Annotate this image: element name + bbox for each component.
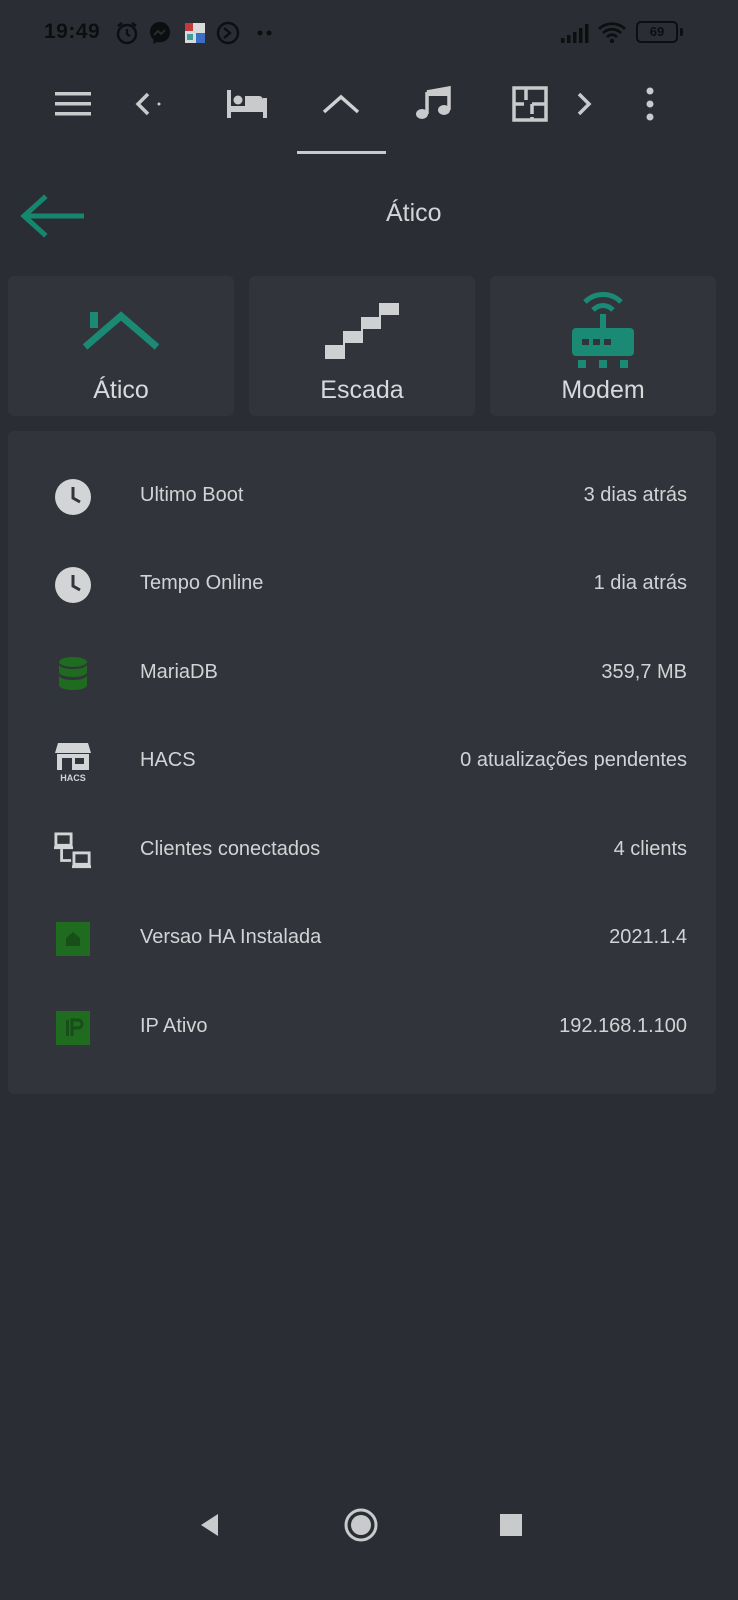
entity-value: 4 clients bbox=[613, 838, 687, 860]
entity-value: 359,7 MB bbox=[601, 661, 687, 683]
entity-row-tempo-online[interactable]: Tempo Online 1 dia atrás bbox=[8, 540, 716, 628]
tab-bedroom[interactable] bbox=[219, 82, 275, 126]
messenger-icon bbox=[150, 22, 170, 44]
status-bar: 19:49 69 bbox=[0, 0, 723, 64]
tab-music[interactable] bbox=[405, 82, 461, 126]
sync-icon bbox=[216, 21, 240, 45]
alarm-icon bbox=[116, 22, 138, 45]
overflow-menu-icon bbox=[646, 87, 654, 121]
entity-row-ultimo-boot[interactable]: Ultimo Boot 3 dias atrás bbox=[8, 452, 716, 540]
square-recents-icon bbox=[500, 1514, 522, 1536]
overflow-menu-button[interactable] bbox=[622, 82, 678, 126]
back-button[interactable] bbox=[18, 192, 90, 240]
bed-icon bbox=[227, 90, 267, 118]
entity-name: Clientes conectados bbox=[140, 838, 321, 860]
active-tab-indicator bbox=[297, 151, 386, 154]
entity-name: HACS bbox=[140, 749, 196, 771]
entity-row-versao-ha[interactable]: Versao HA Instalada 2021.1.4 bbox=[8, 894, 716, 982]
hacs-icon: HACS bbox=[55, 743, 91, 783]
entity-value: 2021.1.4 bbox=[609, 926, 687, 948]
tile-label: Escada bbox=[320, 376, 404, 404]
nav-home-button[interactable] bbox=[331, 1490, 391, 1560]
hacs-icon-text: HACS bbox=[60, 773, 86, 783]
menu-button[interactable] bbox=[45, 82, 101, 126]
tile-modem[interactable]: Modem bbox=[490, 276, 716, 416]
signal-icon bbox=[561, 24, 589, 43]
entities-card: Ultimo Boot 3 dias atrás Tempo Online 1 … bbox=[8, 431, 716, 1094]
wifi-icon bbox=[598, 22, 626, 44]
menu-icon bbox=[55, 92, 91, 116]
tile-stairs[interactable]: Escada bbox=[249, 276, 475, 416]
roof-icon bbox=[83, 311, 159, 350]
entity-value: 0 atualizações pendentes bbox=[460, 749, 687, 771]
floor-plan-icon bbox=[512, 86, 548, 122]
entity-value: 3 dias atrás bbox=[583, 484, 687, 506]
music-icon bbox=[416, 86, 451, 119]
scroll-tabs-left-button[interactable] bbox=[122, 82, 172, 126]
tab-floor-plan[interactable] bbox=[502, 82, 558, 126]
battery-tip bbox=[680, 28, 683, 36]
roof-icon bbox=[322, 94, 360, 114]
clock-icon bbox=[55, 567, 91, 603]
tile-attic[interactable]: Ático bbox=[8, 276, 234, 416]
home-circle-icon bbox=[344, 1508, 378, 1542]
tile-label: Ático bbox=[93, 376, 149, 404]
entity-value: 192.168.1.100 bbox=[559, 1015, 687, 1037]
chevron-right-icon bbox=[577, 92, 592, 116]
lan-icon bbox=[54, 832, 92, 869]
tab-attic[interactable] bbox=[313, 82, 369, 126]
page-title: Ático bbox=[386, 199, 442, 227]
entity-row-mariadb[interactable]: MariaDB 359,7 MB bbox=[8, 629, 716, 717]
nav-recents-button[interactable] bbox=[481, 1490, 541, 1560]
stairs-icon bbox=[325, 303, 399, 359]
router-wifi-icon bbox=[572, 292, 634, 368]
app-icon bbox=[185, 23, 205, 43]
battery-icon: 69 bbox=[636, 21, 678, 43]
triangle-back-icon bbox=[201, 1514, 218, 1536]
tile-label: Modem bbox=[561, 376, 645, 404]
clock-icon bbox=[55, 479, 91, 515]
entity-name: Ultimo Boot bbox=[140, 484, 244, 506]
entity-name: Tempo Online bbox=[140, 572, 264, 594]
entity-row-ip-ativo[interactable]: IP Ativo 192.168.1.100 bbox=[8, 983, 716, 1071]
chevron-left-icon bbox=[135, 92, 161, 116]
entity-name: MariaDB bbox=[140, 661, 218, 683]
entity-row-hacs[interactable]: HACS HACS 0 atualizações pendentes bbox=[8, 717, 716, 805]
database-icon bbox=[59, 657, 87, 690]
home-assistant-icon bbox=[56, 922, 90, 956]
entity-value: 1 dia atrás bbox=[593, 572, 687, 594]
entity-name: IP Ativo bbox=[140, 1015, 208, 1037]
entity-name: Versao HA Instalada bbox=[140, 926, 322, 948]
more-dots-icon bbox=[257, 30, 272, 36]
system-nav-bar bbox=[0, 1490, 723, 1560]
arrow-left-icon bbox=[20, 194, 84, 238]
scroll-tabs-right-button[interactable] bbox=[562, 82, 606, 126]
entity-row-clientes-conectados[interactable]: Clientes conectados 4 clients bbox=[8, 806, 716, 894]
status-time: 19:49 bbox=[44, 20, 101, 43]
nav-back-button[interactable] bbox=[180, 1490, 240, 1560]
toolbar bbox=[0, 64, 723, 156]
ip-icon bbox=[56, 1011, 90, 1045]
